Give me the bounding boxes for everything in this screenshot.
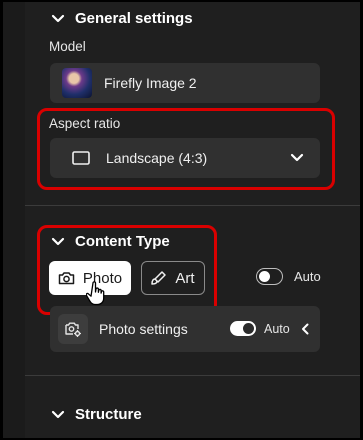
structure-title: Structure xyxy=(75,406,142,423)
model-label: Model xyxy=(49,39,86,54)
model-value: Firefly Image 2 xyxy=(104,75,197,91)
aspect-ratio-dropdown[interactable]: Landscape (4:3) xyxy=(50,138,320,178)
landscape-icon xyxy=(72,151,90,165)
toggle-knob xyxy=(259,271,270,282)
chevron-down-icon xyxy=(51,237,65,245)
structure-header[interactable]: Structure xyxy=(51,406,142,423)
hand-cursor-icon xyxy=(86,281,105,306)
photo-settings-icon-box xyxy=(58,314,88,344)
photo-settings-row[interactable]: Photo settings Auto xyxy=(50,306,320,352)
chevron-down-icon xyxy=(290,153,304,162)
settings-panel: General settings Model Firefly Image 2 A… xyxy=(3,2,360,438)
chevron-left-icon[interactable] xyxy=(301,323,309,335)
model-selector[interactable]: Firefly Image 2 xyxy=(50,63,320,103)
panel-gutter xyxy=(3,2,25,438)
general-settings-header[interactable]: General settings xyxy=(51,10,193,27)
art-button[interactable]: Art xyxy=(141,261,205,295)
aspect-ratio-value: Landscape (4:3) xyxy=(106,150,208,166)
camera-icon xyxy=(58,272,75,285)
content-type-title: Content Type xyxy=(75,233,170,250)
content-type-header[interactable]: Content Type xyxy=(51,233,170,250)
photo-settings-label: Photo settings xyxy=(99,321,188,337)
toggle-knob xyxy=(243,323,254,334)
section-divider xyxy=(25,375,360,376)
general-settings-title: General settings xyxy=(75,10,193,27)
content-type-auto-label: Auto xyxy=(294,269,321,284)
photo-settings-icon xyxy=(65,322,81,337)
content-type-auto-toggle[interactable] xyxy=(256,268,283,285)
art-button-label: Art xyxy=(175,269,195,287)
photo-settings-auto-label: Auto xyxy=(264,322,290,336)
section-divider xyxy=(25,205,360,206)
model-thumbnail xyxy=(62,68,92,98)
brush-icon xyxy=(151,271,167,285)
chevron-down-icon xyxy=(51,410,65,418)
photo-settings-auto-toggle[interactable] xyxy=(230,321,256,336)
chevron-down-icon xyxy=(51,14,65,22)
aspect-ratio-label: Aspect ratio xyxy=(49,116,121,131)
